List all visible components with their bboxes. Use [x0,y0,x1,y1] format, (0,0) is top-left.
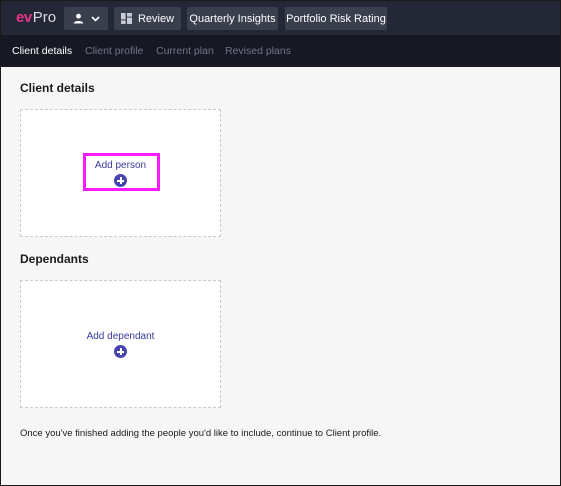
dashboard-icon [120,13,132,24]
add-dependant-label[interactable]: Add dependant [21,331,220,342]
review-label: Review [137,12,175,25]
main-content: Client details Add person Dependants Add… [1,67,560,485]
portfolio-risk-rating-button[interactable]: Portfolio Risk Rating [285,7,387,30]
quarterly-insights-label: Quarterly Insights [189,12,276,25]
review-button[interactable]: Review [114,7,181,30]
chevron-down-icon [90,15,100,22]
user-menu-button[interactable] [64,7,108,30]
add-dependant-card[interactable]: Add dependant [20,280,221,408]
plus-circle-icon[interactable] [114,345,127,358]
tab-revised-plans[interactable]: Revised plans [225,45,291,57]
highlight-box [83,153,160,191]
evpro-logo[interactable]: ev Pro [16,10,56,26]
instruction-text: Once you've finished adding the people y… [20,428,382,439]
logo-ev: ev [16,9,32,26]
portfolio-risk-rating-label: Portfolio Risk Rating [286,12,386,25]
person-icon [73,13,84,24]
tab-client-details[interactable]: Client details [12,45,72,57]
tab-client-profile[interactable]: Client profile [85,45,143,57]
dependants-heading: Dependants [20,252,89,266]
logo-pro: Pro [32,9,57,26]
app-window: ev Pro Review Quarterly Insights Portfol… [0,0,561,486]
quarterly-insights-button[interactable]: Quarterly Insights [187,7,278,30]
tab-current-plan[interactable]: Current plan [156,45,214,57]
top-bar: ev Pro Review Quarterly Insights Portfol… [1,1,560,35]
sub-navigation: Client details Client profile Current pl… [1,35,560,67]
client-details-heading: Client details [20,81,95,95]
add-person-card[interactable]: Add person [20,109,221,237]
